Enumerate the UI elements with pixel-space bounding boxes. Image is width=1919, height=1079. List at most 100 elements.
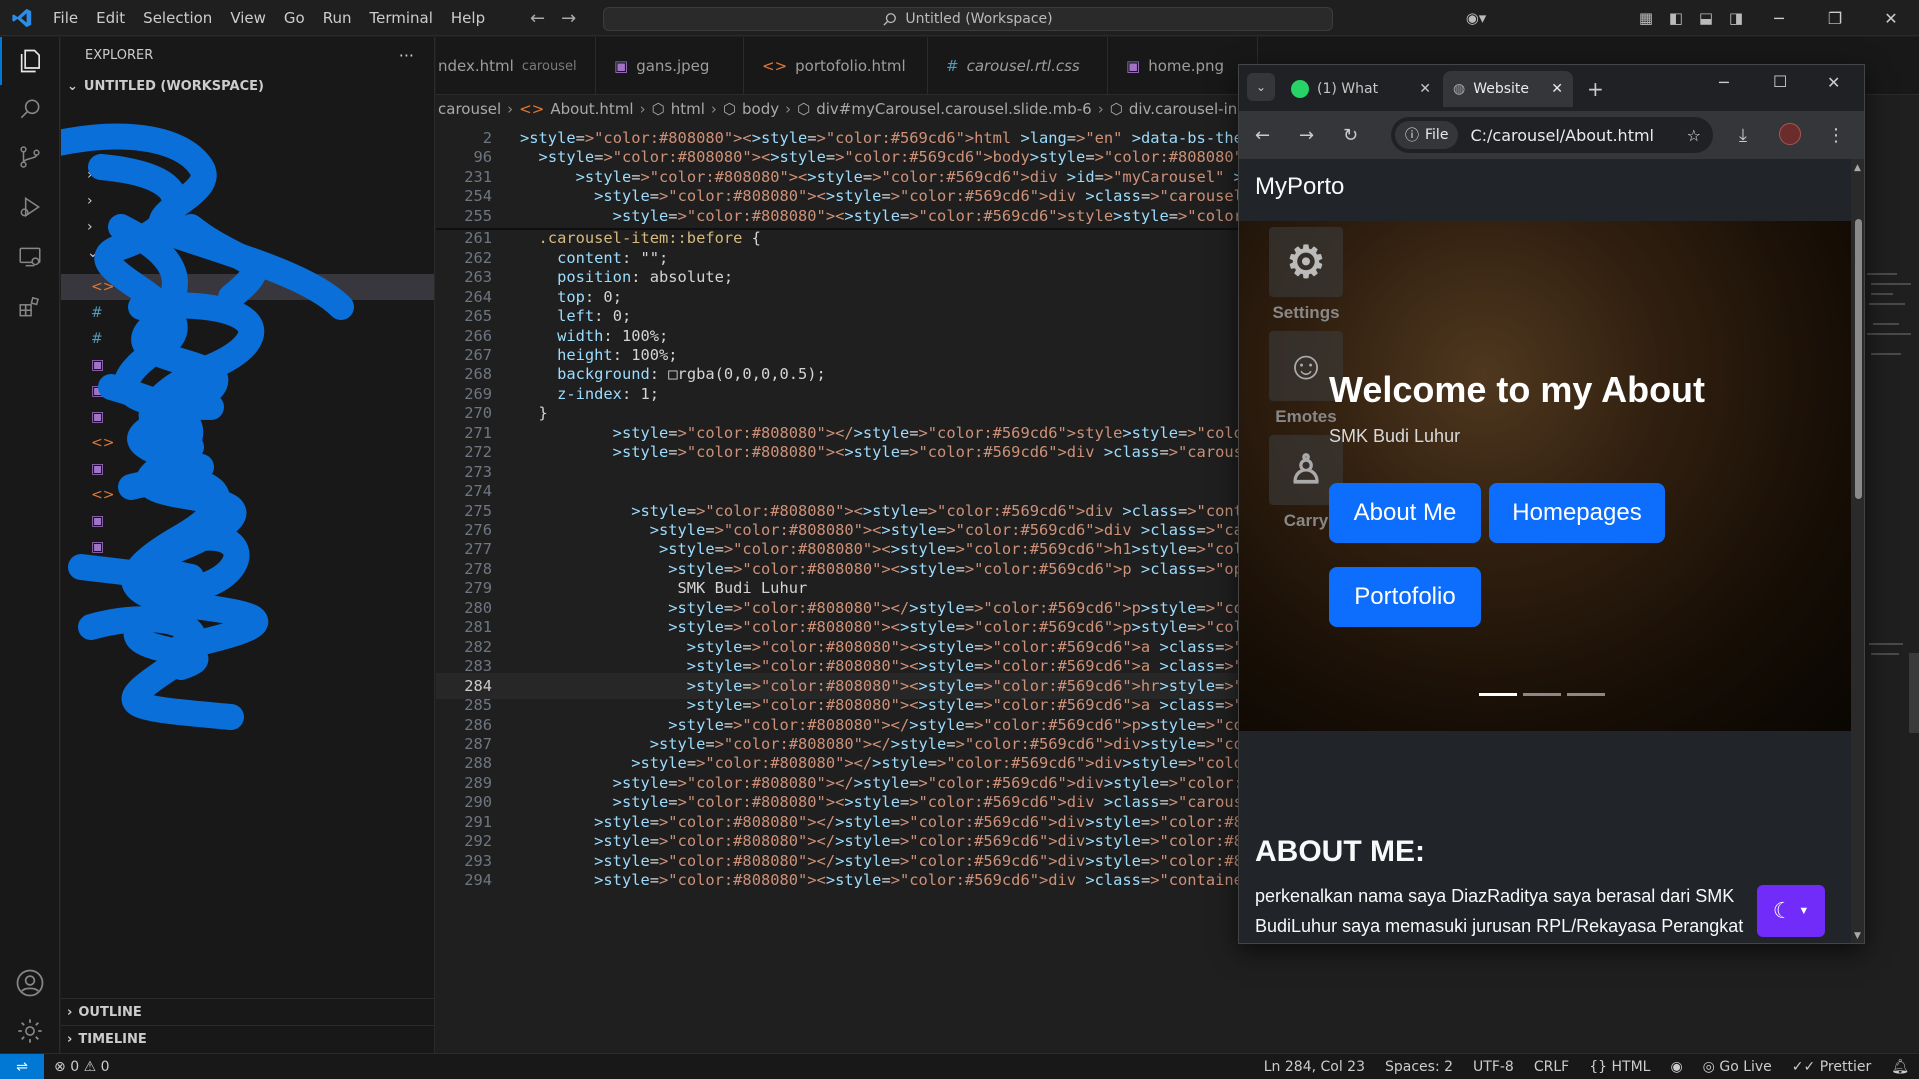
tab-home-png[interactable]: ▣ home.png	[1108, 37, 1258, 95]
workspace-section[interactable]: ⌄ UNTITLED (WORKSPACE)	[61, 73, 434, 99]
language-mode[interactable]: {} HTML	[1579, 1059, 1660, 1075]
close-tab-icon[interactable]: ✕	[1551, 81, 1563, 97]
command-center[interactable]: Untitled (Workspace)	[603, 7, 1333, 31]
forward-arrow-icon[interactable]: →	[561, 8, 576, 29]
explorer-icon[interactable]	[0, 37, 60, 85]
tree-file-row[interactable]: ▣	[61, 352, 434, 378]
page-scrollbar[interactable]: ▲ ▼	[1851, 159, 1864, 943]
address-bar[interactable]: ⓘ File C:/carousel/About.html ☆	[1391, 117, 1713, 153]
prettier-button[interactable]: ✓✓ Prettier	[1782, 1059, 1881, 1075]
tree-folder-row[interactable]: ⌄	[61, 240, 434, 266]
maximize-button[interactable]: ❐	[1807, 0, 1863, 36]
notifications-bell-icon[interactable]: 🔔︎	[1881, 1059, 1919, 1075]
tree-folder-row[interactable]: ›	[61, 214, 434, 240]
reload-icon[interactable]: ↻	[1343, 125, 1358, 146]
tab-search-button[interactable]: ⌄	[1247, 73, 1275, 101]
browser-tab-whatsapp[interactable]: (1) What ✕	[1281, 71, 1441, 107]
timeline-section[interactable]: › TIMELINE	[61, 1025, 434, 1052]
menu-selection[interactable]: Selection	[134, 0, 221, 36]
minimize-button[interactable]: ─	[1751, 0, 1807, 36]
search-icon[interactable]	[0, 85, 60, 133]
kebab-menu-icon[interactable]: ⋮	[1827, 125, 1845, 146]
forward-arrow-icon[interactable]: →	[1299, 125, 1314, 146]
carousel-indicator[interactable]	[1479, 693, 1517, 696]
homepages-button[interactable]: Homepages	[1489, 483, 1665, 543]
tree-file-row[interactable]: ▣	[61, 534, 434, 560]
tree-file-row[interactable]: ▣	[61, 456, 434, 482]
manage-gear-icon[interactable]	[0, 1007, 60, 1055]
new-tab-button[interactable]: +	[1587, 77, 1604, 101]
extensions-icon[interactable]	[0, 283, 60, 331]
download-icon[interactable]: ⤓	[1739, 125, 1747, 146]
tree-file-row[interactable]: #	[61, 326, 434, 352]
menu-go[interactable]: Go	[275, 0, 314, 36]
breadcrumb-folder[interactable]: carousel	[438, 100, 501, 118]
encoding[interactable]: UTF-8	[1463, 1059, 1524, 1075]
toggle-panel-icon[interactable]: ⬓	[1691, 0, 1721, 36]
breadcrumb-body[interactable]: body	[742, 100, 779, 118]
back-arrow-icon[interactable]: ←	[1255, 125, 1270, 146]
menu-edit[interactable]: Edit	[87, 0, 134, 36]
tab-index-html[interactable]: ndex.html carousel	[436, 37, 596, 95]
menu-terminal[interactable]: Terminal	[361, 0, 442, 36]
portofolio-button[interactable]: Portofolio	[1329, 567, 1481, 627]
problems-indicator[interactable]: ⊗ 0 ⚠ 0	[44, 1059, 120, 1075]
navbar-brand[interactable]: MyPorto	[1255, 173, 1344, 201]
tree-file-row[interactable]: ▣	[61, 560, 434, 586]
tab-gans-jpeg[interactable]: ▣ gans.jpeg	[596, 37, 744, 95]
tree-file-row[interactable]: #	[61, 300, 434, 326]
tab-portofolio-html[interactable]: <> portofolio.html	[744, 37, 928, 95]
tree-file-row[interactable]: <>	[61, 482, 434, 508]
explorer-more-button[interactable]: ···	[399, 46, 414, 65]
cursor-position[interactable]: Ln 284, Col 23	[1254, 1059, 1375, 1075]
remote-indicator-icon[interactable]: ⇌	[0, 1053, 44, 1079]
tree-folder-row[interactable]: ›	[61, 188, 434, 214]
carousel-indicator[interactable]	[1523, 693, 1561, 696]
end-of-line[interactable]: CRLF	[1524, 1059, 1579, 1075]
breadcrumb-carousel-inner[interactable]: div.carousel-inn	[1129, 100, 1247, 118]
site-info-chip[interactable]: ⓘ File	[1395, 121, 1459, 149]
remote-explorer-icon[interactable]	[0, 233, 60, 281]
breadcrumb-file[interactable]: About.html	[550, 100, 633, 118]
tab-carousel-rtl-css[interactable]: # carousel.rtl.css	[928, 37, 1108, 95]
tree-file-row[interactable]: <>	[61, 430, 434, 456]
toggle-sidebar-icon[interactable]: ◧	[1661, 0, 1691, 36]
menu-file[interactable]: File	[44, 0, 87, 36]
theme-toggle-button[interactable]: ☾ ▼	[1757, 885, 1825, 937]
profile-avatar[interactable]	[1779, 123, 1801, 145]
menu-view[interactable]: View	[221, 0, 275, 36]
minimap[interactable]	[1859, 123, 1919, 1053]
toggle-secondary-sidebar-icon[interactable]: ◨	[1721, 0, 1751, 36]
chevron-right-icon: ›	[785, 100, 792, 118]
account-icon[interactable]	[0, 959, 60, 1007]
browser-close-button[interactable]: ✕	[1827, 73, 1840, 92]
tree-file-row[interactable]: ▣	[61, 378, 434, 404]
carousel-indicator[interactable]	[1567, 693, 1605, 696]
copilot-icon[interactable]: ◉▾	[1461, 0, 1491, 36]
tree-file-row[interactable]: ▣	[61, 404, 434, 430]
source-control-icon[interactable]	[0, 133, 60, 181]
bookmark-star-icon[interactable]: ☆	[1687, 126, 1701, 145]
tree-file-row[interactable]: ▣	[61, 508, 434, 534]
browser-maximize-button[interactable]: ☐	[1773, 72, 1787, 91]
close-tab-icon[interactable]: ✕	[1419, 81, 1431, 97]
outline-section[interactable]: › OUTLINE	[61, 998, 434, 1025]
indentation[interactable]: Spaces: 2	[1375, 1059, 1463, 1075]
about-me-button[interactable]: About Me	[1329, 483, 1481, 543]
browser-tab-website[interactable]: ◍ Website ✕	[1443, 71, 1573, 107]
breadcrumb-html[interactable]: html	[671, 100, 705, 118]
back-arrow-icon[interactable]: ←	[530, 8, 545, 29]
menu-help[interactable]: Help	[442, 0, 494, 36]
browser-minimize-button[interactable]: ─	[1719, 73, 1729, 92]
element-icon: ⬡	[651, 100, 665, 118]
go-live-button[interactable]: ◎ Go Live	[1693, 1059, 1782, 1075]
copilot-status-icon[interactable]: ◉	[1660, 1059, 1692, 1075]
tree-file-row-selected[interactable]: <>	[61, 274, 434, 300]
close-window-button[interactable]: ✕	[1863, 0, 1919, 36]
tree-folder-row[interactable]: ›	[61, 162, 434, 188]
run-debug-icon[interactable]	[0, 183, 60, 231]
menu-run[interactable]: Run	[314, 0, 361, 36]
breadcrumb-carousel[interactable]: div#myCarousel.carousel.slide.mb-6	[816, 100, 1092, 118]
carousel-indicators[interactable]	[1479, 693, 1605, 696]
customize-layout-icon[interactable]: ▦	[1631, 0, 1661, 36]
